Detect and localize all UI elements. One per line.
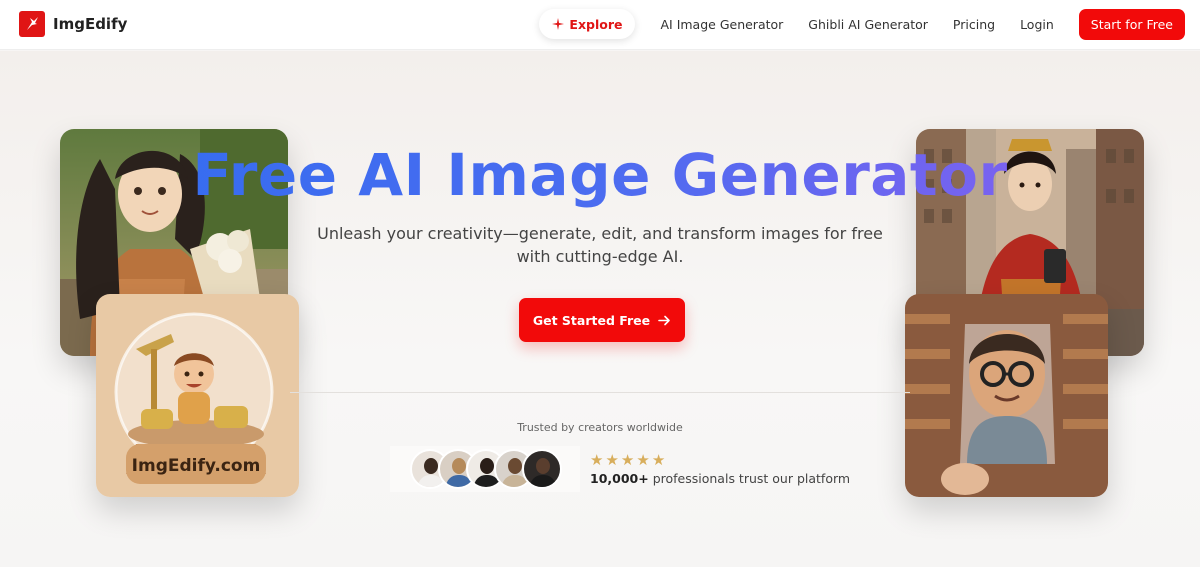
nav-links: Explore AI Image Generator Ghibli AI Gen…	[539, 8, 1185, 40]
get-started-free-label: Get Started Free	[532, 312, 651, 328]
professionals-text: professionals trust our platform	[652, 471, 851, 486]
star-icon: ★	[651, 451, 666, 469]
sparkle-icon	[552, 18, 565, 30]
trust-row: ★ ★ ★ ★ ★ 10,000+ professionals trust ou…	[390, 446, 850, 492]
arrow-right-icon	[658, 315, 670, 325]
star-icon: ★	[636, 451, 650, 469]
star-icon: ★	[605, 451, 619, 469]
start-for-free-button[interactable]: Start for Free	[1078, 8, 1185, 40]
hero-divider	[290, 392, 910, 393]
nav-link-pricing[interactable]: Pricing	[953, 17, 995, 32]
rating-text: 10,000+ professionals trust our platform	[590, 471, 850, 486]
avatar-group	[390, 446, 580, 492]
rating-block: ★ ★ ★ ★ ★ 10,000+ professionals trust ou…	[590, 452, 850, 486]
explore-label: Explore	[569, 16, 623, 32]
nav-link-login[interactable]: Login	[1020, 17, 1054, 32]
nav-link-ai-image-generator[interactable]: AI Image Generator	[660, 17, 783, 32]
brand-name: ImgEdify	[53, 15, 128, 33]
toy-figure-image	[905, 294, 1108, 497]
get-started-free-button[interactable]: Get Started Free	[519, 298, 685, 342]
star-icon: ★	[590, 451, 604, 469]
nav-link-ghibli-ai-generator[interactable]: Ghibli AI Generator	[808, 17, 928, 32]
logo-icon	[19, 11, 45, 37]
star-rating: ★ ★ ★ ★ ★	[590, 452, 850, 468]
globe-caption: ImgEdify.com	[132, 456, 261, 476]
explore-button[interactable]: Explore	[539, 9, 636, 39]
trusted-heading: Trusted by creators worldwide	[517, 421, 683, 434]
hero-subtitle: Unleash your creativity—generate, edit, …	[317, 224, 883, 266]
star-icon: ★	[620, 451, 635, 469]
avatar	[522, 449, 562, 489]
professionals-count: 10,000+	[590, 471, 649, 486]
logo[interactable]: ImgEdify	[19, 11, 127, 37]
top-navbar: ImgEdify Explore AI Image Generator Ghib…	[0, 0, 1200, 50]
snow-globe-image: ImgEdify.com	[96, 294, 299, 497]
hero-title: Free AI Image Generator	[0, 141, 1200, 209]
